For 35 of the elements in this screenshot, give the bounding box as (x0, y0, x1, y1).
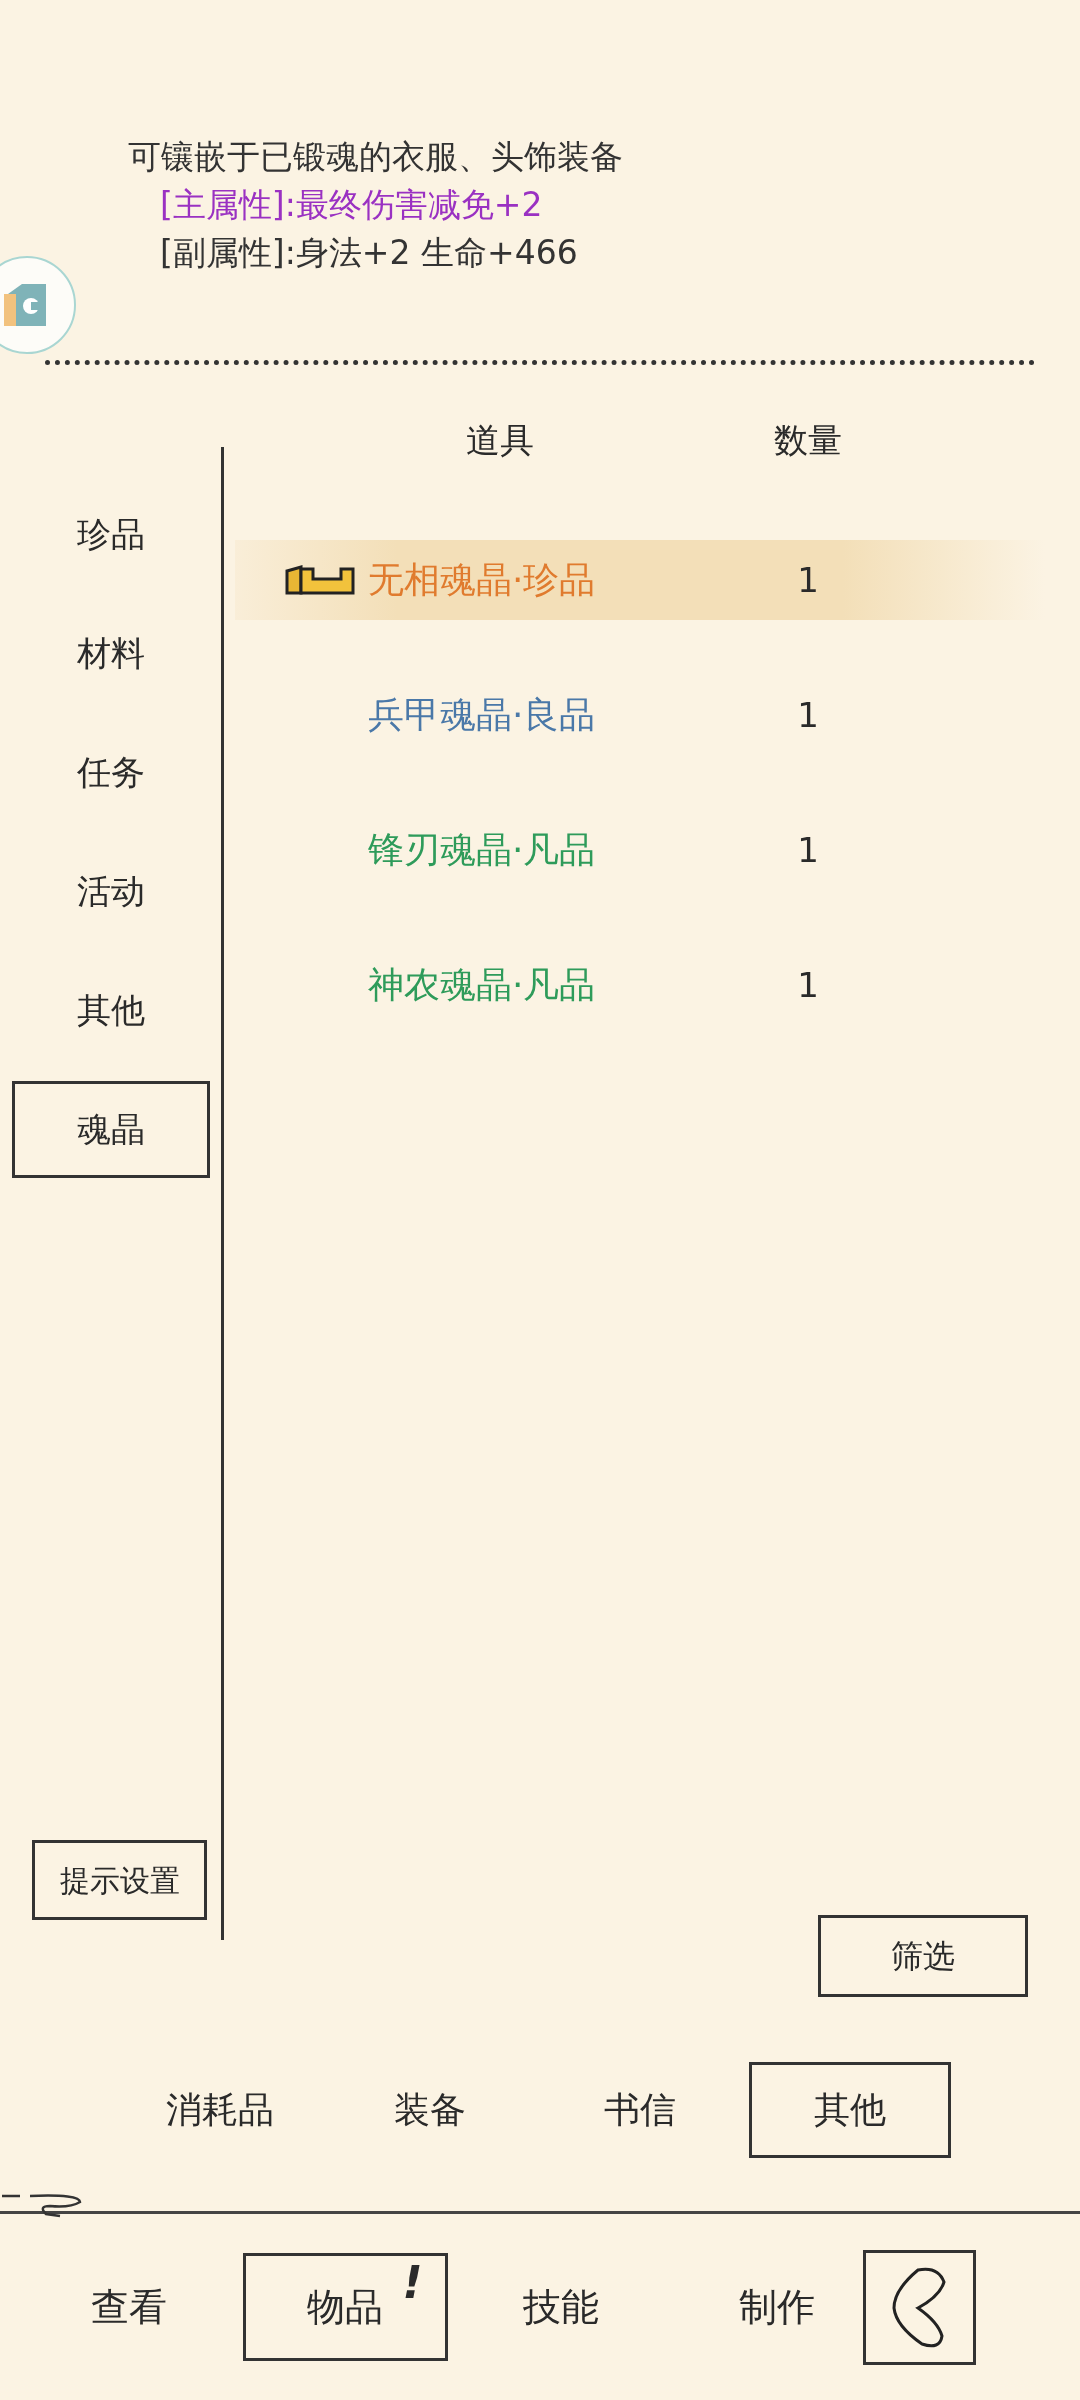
item-name: 锋刃魂晶·凡品 (368, 828, 597, 872)
sidebar-tab[interactable]: 任务 (12, 724, 210, 821)
item-row[interactable]: 兵甲魂晶·良品 1 (235, 675, 1045, 755)
sidebar-tab[interactable]: 珍品 (12, 486, 210, 583)
item-name: 无相魂晶·珍品 (368, 558, 597, 602)
category-tab[interactable]: 书信 (539, 2062, 741, 2158)
sidebar-tab[interactable]: 材料 (12, 605, 210, 702)
nav-tab[interactable]: 制作 (674, 2253, 880, 2361)
category-tab[interactable]: 装备 (329, 2062, 531, 2158)
sidebar-tab[interactable]: 其他 (12, 962, 210, 1059)
item-name: 兵甲魂晶·良品 (368, 693, 597, 737)
nav-tab[interactable]: 技能 (458, 2253, 664, 2361)
tray-icon (285, 563, 355, 597)
nav-tab[interactable]: 物品 ! (242, 2253, 448, 2361)
filter-button[interactable]: 筛选 (818, 1915, 1028, 1997)
item-count: 1 (796, 558, 820, 602)
item-name: 神农魂晶·凡品 (368, 963, 597, 1007)
sidebar-tab[interactable]: 活动 (12, 843, 210, 940)
back-button[interactable] (863, 2249, 976, 2365)
description-text: [副属性]:身法+2 生命+466 (160, 236, 579, 270)
category-tab[interactable]: 其他 (749, 2062, 951, 2158)
column-header: 数量 (773, 418, 843, 462)
item-count: 1 (796, 963, 820, 1007)
item-count: 1 (796, 828, 820, 872)
description-text: [主属性]:最终伤害减免+2 (160, 188, 544, 222)
settings-button[interactable]: 提示设置 (32, 1840, 207, 1920)
item-row[interactable]: 神农魂晶·凡品 1 (235, 945, 1045, 1025)
nav-tab[interactable]: 查看 (26, 2253, 232, 2361)
column-header: 道具 (465, 418, 535, 462)
item-count: 1 (796, 693, 820, 737)
category-tab[interactable]: 消耗品 (119, 2062, 321, 2158)
item-row[interactable]: 锋刃魂晶·凡品 1 (235, 810, 1045, 890)
description-text: 可镶嵌于已锻魂的衣服、头饰装备 (128, 140, 624, 174)
sidebar-tab[interactable]: 魂晶 (12, 1081, 210, 1178)
exclamation-mark: ! (402, 2256, 423, 2310)
